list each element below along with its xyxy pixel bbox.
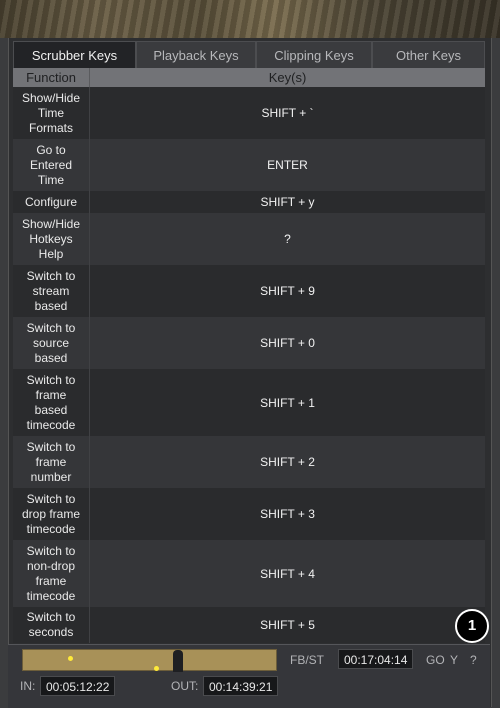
hotkeys-table: Function Key(s) Show/Hide Time Formats S… (13, 68, 485, 643)
table-row: Show/Hide Hotkeys Help ? (13, 213, 485, 265)
hotkey-tabs: Scrubber Keys Playback Keys Clipping Key… (13, 41, 485, 69)
function-cell: Switch to frame number (13, 436, 90, 488)
player-controls: FB/ST 00:17:04:14 GO Y ? IN: 00:05:12:22… (8, 644, 490, 708)
function-cell: Switch to stream based (13, 265, 90, 317)
key-cell: SHIFT + 5 (260, 618, 315, 632)
table-row: Switch to seconds SHIFT + 5 (13, 607, 485, 643)
column-header-function: Function (13, 68, 90, 87)
hotkeys-panel: Scrubber Keys Playback Keys Clipping Key… (8, 38, 492, 707)
key-cell: SHIFT + 3 (260, 507, 315, 521)
function-cell: Show/Hide Hotkeys Help (13, 213, 90, 265)
function-cell: Switch to non-drop frame timecode (13, 540, 90, 607)
go-button[interactable]: GO (426, 653, 445, 667)
in-label: IN: (20, 679, 36, 693)
function-cell: Switch to source based (13, 317, 90, 369)
key-cell: ENTER (267, 158, 308, 172)
function-cell: Go to Entered Time (13, 139, 90, 191)
key-cell: SHIFT + 0 (260, 336, 315, 350)
key-cell: SHIFT + ` (261, 106, 314, 120)
function-cell: Switch to drop frame timecode (13, 488, 90, 540)
out-time-field[interactable]: 00:14:39:21 (203, 676, 279, 696)
y-button[interactable]: Y (450, 653, 458, 667)
tab-clipping-keys[interactable]: Clipping Keys (256, 41, 372, 69)
callout-badge: 1 (455, 609, 489, 643)
function-cell: Switch to frame based timecode (13, 369, 90, 436)
tab-playback-keys[interactable]: Playback Keys (136, 41, 256, 69)
tab-scrubber-keys[interactable]: Scrubber Keys (13, 41, 136, 69)
table-row: Switch to non-drop frame timecode SHIFT … (13, 540, 485, 607)
table-row: Switch to frame based timecode SHIFT + 1 (13, 369, 485, 436)
video-preview (0, 0, 500, 38)
key-cell: ? (284, 232, 291, 246)
column-header-keys: Key(s) (268, 70, 307, 85)
scrubber-handle[interactable] (173, 650, 183, 672)
function-cell: Show/Hide Time Formats (13, 87, 90, 139)
key-cell: SHIFT + 9 (260, 284, 315, 298)
in-time-field[interactable]: 00:05:12:22 (40, 676, 116, 696)
table-row: Show/Hide Time Formats SHIFT + ` (13, 87, 485, 139)
scrubber-marker (154, 666, 159, 671)
function-cell: Switch to seconds (13, 607, 90, 643)
key-cell: SHIFT + 1 (260, 395, 315, 410)
key-cell: SHIFT + y (260, 195, 315, 209)
table-header: Function Key(s) (13, 68, 485, 87)
table-row: Switch to stream based SHIFT + 9 (13, 265, 485, 317)
function-cell: Configure (13, 191, 90, 213)
key-cell: SHIFT + 2 (260, 455, 315, 469)
key-cell: SHIFT + 4 (260, 566, 315, 581)
table-row: Go to Entered Time ENTER (13, 139, 485, 191)
help-button[interactable]: ? (470, 653, 477, 667)
table-row: Switch to drop frame timecode SHIFT + 3 (13, 488, 485, 540)
tab-other-keys[interactable]: Other Keys (372, 41, 485, 69)
table-row: Switch to source based SHIFT + 0 (13, 317, 485, 369)
scrubber-marker (68, 656, 73, 661)
out-label: OUT: (171, 679, 199, 693)
fbst-label[interactable]: FB/ST (290, 653, 324, 667)
scrubber-bar[interactable] (22, 649, 277, 672)
table-row: Switch to frame number SHIFT + 2 (13, 436, 485, 488)
table-row: Configure SHIFT + y (13, 191, 485, 213)
current-time-field[interactable]: 00:17:04:14 (338, 649, 414, 669)
